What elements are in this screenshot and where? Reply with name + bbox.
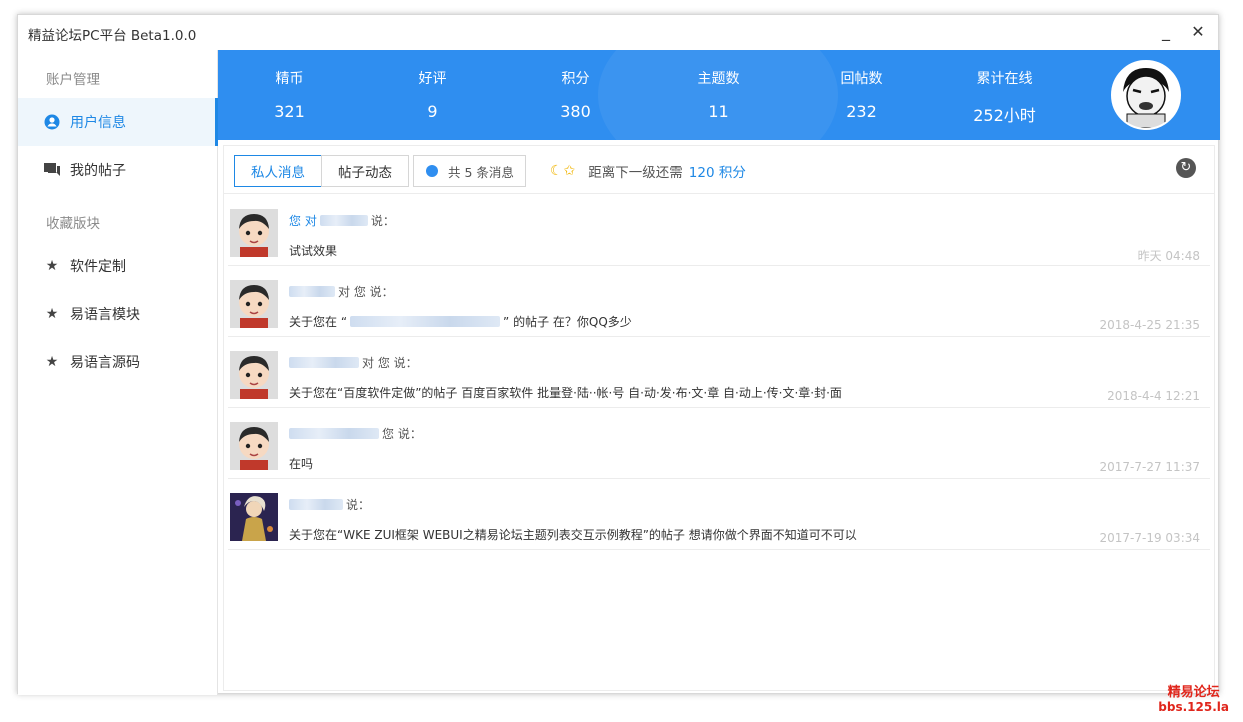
list-item[interactable]: 您 对 说： 试试效果 昨天 04:48 <box>228 195 1210 266</box>
stat-value: 252小时 <box>973 106 1036 125</box>
stat-label: 回帖数 <box>840 71 883 87</box>
stat-label: 主题数 <box>697 71 740 87</box>
star-icon: ★ <box>45 306 59 322</box>
sidebar: 账户管理 用户信息 我的帖子 收藏版块 ★ 软件定制 ★ 易语言模块 ★ 易语言… <box>18 50 218 695</box>
sidebar-item-software-custom[interactable]: ★ 软件定制 <box>18 242 218 290</box>
message-header: 对 您 说： <box>289 283 394 300</box>
stat-label: 累计在线 <box>976 71 1033 87</box>
sidebar-item-my-posts[interactable]: 我的帖子 <box>18 146 218 194</box>
avatar <box>230 280 278 328</box>
tab-private-messages[interactable]: 私人消息 <box>234 155 322 187</box>
user-avatar[interactable] <box>1111 60 1181 130</box>
list-item[interactable]: 您 说： 在吗 2017-7-27 11:37 <box>228 408 1210 479</box>
star-icon: ★ <box>45 354 59 370</box>
level-progress: ☾✩ 距离下一级还需 120 积分 <box>550 159 746 183</box>
dot-icon <box>426 165 438 177</box>
avatar <box>230 493 278 541</box>
message-panel: 私人消息 帖子动态 共 5 条消息 ☾✩ 距离下一级还需 120 积分 ↻ 您 … <box>223 145 1215 691</box>
tab-post-activity[interactable]: 帖子动态 <box>321 155 409 187</box>
blurred-username <box>289 428 379 439</box>
message-sender: 对 您 说： <box>362 356 418 370</box>
message-toolbar: 私人消息 帖子动态 共 5 条消息 ☾✩ 距离下一级还需 120 积分 ↻ <box>224 146 1214 194</box>
sidebar-item-label: 易语言模块 <box>70 307 140 323</box>
stat-label: 好评 <box>418 71 447 87</box>
app-window: 精益论坛PC平台 Beta1.0.0 _ ✕ 账户管理 用户信息 我的帖子 收藏… <box>17 14 1220 695</box>
blurred-username <box>289 357 359 368</box>
list-item[interactable]: 说： 关于您在“WKE ZUI框架 WEBUI之精易论坛主题列表交互示例教程”的… <box>228 479 1210 550</box>
star-icon: ★ <box>45 258 59 274</box>
message-text: 关于您在“WKE ZUI框架 WEBUI之精易论坛主题列表交互示例教程”的帖子 … <box>289 528 857 542</box>
stat-value: 11 <box>708 102 729 121</box>
avatar <box>230 351 278 399</box>
message-text: 在吗 <box>289 457 314 471</box>
blurred-username <box>289 499 343 510</box>
stat-value: 321 <box>274 102 305 121</box>
sidebar-item-label: 易语言源码 <box>70 355 140 371</box>
window-title: 精益论坛PC平台 Beta1.0.0 <box>28 28 197 44</box>
message-said: 说： <box>370 214 395 228</box>
moon-star-icon: ☾✩ <box>550 163 577 179</box>
message-body: 关于您在 “ ” 的帖子 在？你QQ多少 <box>289 313 632 330</box>
message-header: 您 对 说： <box>289 212 395 229</box>
level-prefix: 距离下一级还需 <box>588 165 683 181</box>
sidebar-item-label: 用户信息 <box>70 115 126 131</box>
avatar <box>230 209 278 257</box>
message-body: 在吗 <box>289 455 313 472</box>
stat-value: 232 <box>846 102 877 121</box>
forum-watermark: 精易论坛 bbs.125.la <box>1158 681 1229 714</box>
sidebar-section-favorites: 收藏版块 <box>46 216 100 232</box>
refresh-icon[interactable]: ↻ <box>1176 158 1196 178</box>
message-text: 关于您在 “ <box>289 315 348 329</box>
message-time: 昨天 04:48 <box>1137 249 1200 263</box>
message-sender: 您 说： <box>382 427 422 441</box>
message-body: 试试效果 <box>289 242 337 259</box>
message-header: 您 说： <box>289 425 422 442</box>
stats-header: 精币 321 好评 9 积分 380 主题数 11 回帖数 232 累计在线 2… <box>218 50 1220 140</box>
message-text: 关于您在“百度软件定做”的帖子 百度百家软件 批量登·陆··帐·号 自·动·发·… <box>289 386 842 400</box>
blurred-username <box>289 286 335 297</box>
level-points: 120 积分 <box>688 165 746 181</box>
list-item[interactable]: 对 您 说： 关于您在 “ ” 的帖子 在？你QQ多少 2018-4-25 21… <box>228 266 1210 337</box>
message-sender: 说： <box>346 498 371 512</box>
message-count-text: 共 5 条消息 <box>448 164 514 180</box>
stat-value: 380 <box>560 102 591 121</box>
message-text: ” 的帖子 在？你QQ多少 <box>503 315 632 329</box>
close-button[interactable]: ✕ <box>1186 20 1210 44</box>
message-text: 试试效果 <box>289 244 338 258</box>
blurred-post-title <box>350 316 501 327</box>
minimize-button[interactable]: _ <box>1154 20 1178 44</box>
message-time: 2017-7-19 03:34 <box>1099 531 1201 545</box>
watermark-title: 精易论坛 <box>1167 685 1220 700</box>
message-body: 关于您在“WKE ZUI框架 WEBUI之精易论坛主题列表交互示例教程”的帖子 … <box>289 526 857 543</box>
blurred-username <box>319 215 368 226</box>
message-header: 对 您 说： <box>289 354 418 371</box>
sidebar-item-module[interactable]: ★ 易语言模块 <box>18 290 218 338</box>
stat-label: 精币 <box>275 71 304 87</box>
message-count-badge: 共 5 条消息 <box>413 155 526 187</box>
message-sender: 您 对 <box>289 214 317 228</box>
watermark-url: bbs.125.la <box>1158 700 1229 714</box>
sidebar-item-source-code[interactable]: ★ 易语言源码 <box>18 338 218 386</box>
sidebar-item-label: 软件定制 <box>70 259 126 275</box>
chat-icon <box>44 162 60 178</box>
message-time: 2018-4-25 21:35 <box>1099 318 1201 332</box>
message-sender: 对 您 说： <box>338 285 394 299</box>
header-decoration <box>598 50 838 140</box>
user-circle-icon <box>44 114 60 130</box>
message-header: 说： <box>289 496 370 513</box>
stat-value: 9 <box>427 102 438 121</box>
title-bar: 精益论坛PC平台 Beta1.0.0 _ ✕ <box>18 15 1218 50</box>
stat-label: 积分 <box>561 71 590 87</box>
message-body: 关于您在“百度软件定做”的帖子 百度百家软件 批量登·陆··帐·号 自·动·发·… <box>289 384 842 401</box>
sidebar-item-user-info[interactable]: 用户信息 <box>18 98 218 146</box>
sidebar-section-account: 账户管理 <box>46 72 100 88</box>
avatar <box>230 422 278 470</box>
message-time: 2017-7-27 11:37 <box>1099 460 1201 474</box>
sidebar-item-label: 我的帖子 <box>70 163 126 179</box>
message-time: 2018-4-4 12:21 <box>1107 389 1200 403</box>
list-item[interactable]: 对 您 说： 关于您在“百度软件定做”的帖子 百度百家软件 批量登·陆··帐·号… <box>228 337 1210 408</box>
